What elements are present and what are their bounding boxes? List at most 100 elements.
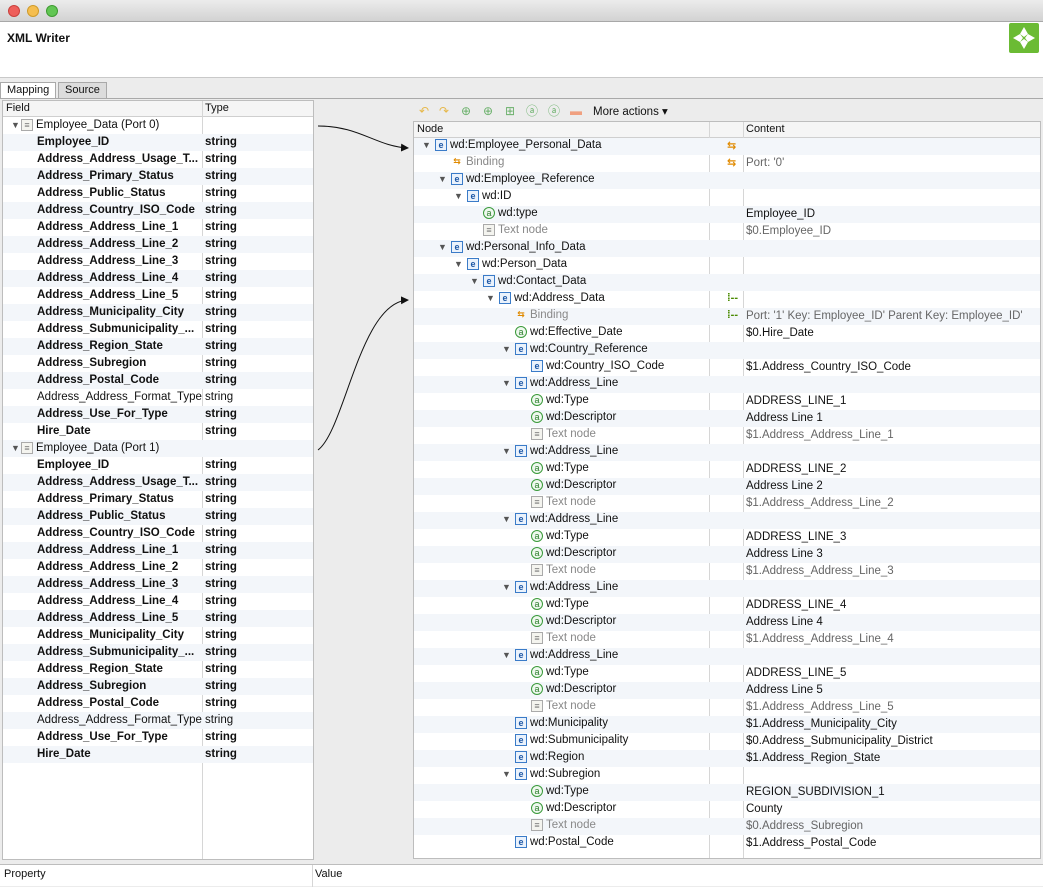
tree-node-row[interactable]: a wd:Descriptor Address Line 1 (414, 410, 1040, 427)
tree-node-row[interactable]: a wd:Descriptor Address Line 4 (414, 614, 1040, 631)
field-row[interactable]: Address_Use_For_Type string (3, 729, 313, 746)
field-row[interactable]: Address_Region_State string (3, 338, 313, 355)
add-wildcard-icon[interactable]: ⓐ (547, 104, 561, 118)
field-row[interactable]: Hire_Date string (3, 746, 313, 763)
node-content[interactable]: REGION_SUBDIVISION_1 (746, 786, 885, 798)
node-content[interactable]: $1.Address_Address_Line_3 (746, 565, 894, 577)
expand-triangle-icon[interactable]: ▼ (454, 259, 464, 269)
field-row[interactable]: Address_Address_Format_Type string (3, 389, 313, 406)
tab-source[interactable]: Source (58, 82, 107, 99)
more-actions-menu[interactable]: More actions ▾ (593, 104, 668, 118)
node-content[interactable]: ADDRESS_LINE_3 (746, 531, 846, 543)
tree-node-row[interactable]: ▼ e wd:Address_Line (414, 376, 1040, 393)
tree-node-row[interactable]: e wd:Country_ISO_Code $1.Address_Country_I… (414, 359, 1040, 376)
node-content[interactable]: $1.Address_Address_Line_2 (746, 497, 894, 509)
tree-node-row[interactable]: ≡ Text node $0.Address_Subregion (414, 818, 1040, 835)
tree-node-row[interactable]: ▼ e wd:Person_Data (414, 257, 1040, 274)
field-row[interactable]: Address_Address_Line_4 string (3, 270, 313, 287)
tree-node-row[interactable]: ▼ e wd:Employee_Personal_Data ⇆ (414, 138, 1040, 155)
expand-triangle-icon[interactable]: ▼ (502, 446, 512, 456)
node-content[interactable]: $1.Address_Postal_Code (746, 837, 876, 849)
node-content[interactable]: ADDRESS_LINE_1 (746, 395, 846, 407)
tree-node-row[interactable]: a wd:Effective_Date $0.Hire_Date (414, 325, 1040, 342)
property-column-header[interactable]: Property (4, 868, 46, 880)
expand-triangle-icon[interactable]: ▼ (438, 242, 448, 252)
node-content[interactable]: Port: '1' Key: Employee_ID' Parent Key: … (746, 310, 1023, 322)
node-content[interactable]: $1.Address_Address_Line_1 (746, 429, 894, 441)
expand-triangle-icon[interactable]: ▼ (422, 140, 432, 150)
node-content[interactable]: $1.Address_Country_ISO_Code (746, 361, 911, 373)
node-content[interactable]: Address Line 5 (746, 684, 823, 696)
field-row[interactable]: Address_Subregion string (3, 678, 313, 695)
minimize-window-button[interactable] (27, 5, 39, 17)
node-content[interactable]: Address Line 3 (746, 548, 823, 560)
node-content[interactable]: ADDRESS_LINE_5 (746, 667, 846, 679)
node-column-header[interactable]: Node (417, 123, 443, 135)
node-content[interactable]: $0.Address_Subregion (746, 820, 863, 832)
field-row[interactable]: Address_Address_Line_1 string (3, 219, 313, 236)
value-column-header[interactable]: Value (315, 868, 342, 880)
tree-node-row[interactable]: a wd:Type ADDRESS_LINE_4 (414, 597, 1040, 614)
tree-node-row[interactable]: ≡ Text node $1.Address_Address_Line_1 (414, 427, 1040, 444)
tab-mapping[interactable]: Mapping (0, 82, 57, 99)
tree-node-row[interactable]: e wd:Postal_Code $1.Address_Postal_Code (414, 835, 1040, 852)
field-row[interactable]: Address_Address_Line_1 string (3, 542, 313, 559)
tree-node-row[interactable]: ▼ e wd:Contact_Data (414, 274, 1040, 291)
node-content[interactable]: Address Line 1 (746, 412, 823, 424)
node-content[interactable]: $0.Hire_Date (746, 327, 814, 339)
field-row[interactable]: Address_Address_Format_Type string (3, 712, 313, 729)
tree-node-row[interactable]: ▼ e wd:ID (414, 189, 1040, 206)
expand-triangle-icon[interactable]: ▼ (502, 582, 512, 592)
node-content[interactable]: ADDRESS_LINE_4 (746, 599, 846, 611)
field-row[interactable]: Employee_ID string (3, 457, 313, 474)
tree-node-row[interactable]: ▼ e wd:Employee_Reference (414, 172, 1040, 189)
field-column-header[interactable]: Field (6, 102, 30, 114)
tree-node-row[interactable]: a wd:Type ADDRESS_LINE_1 (414, 393, 1040, 410)
tree-node-row[interactable]: ▼ e wd:Address_Line (414, 580, 1040, 597)
expand-triangle-icon[interactable]: ▼ (502, 378, 512, 388)
node-content[interactable]: County (746, 803, 782, 815)
field-row[interactable]: Address_Address_Line_5 string (3, 287, 313, 304)
field-row[interactable]: Address_Submunicipality_... string (3, 321, 313, 338)
node-content[interactable]: Address Line 2 (746, 480, 823, 492)
content-column-header[interactable]: Content (746, 123, 785, 135)
tree-node-row[interactable]: ▼ e wd:Address_Line (414, 512, 1040, 529)
field-row[interactable]: Address_Submunicipality_... string (3, 644, 313, 661)
close-window-button[interactable] (8, 5, 20, 17)
field-row[interactable]: Address_Address_Line_5 string (3, 610, 313, 627)
node-content[interactable]: $1.Address_Municipality_City (746, 718, 897, 730)
field-row[interactable]: Address_Postal_Code string (3, 372, 313, 389)
tree-node-row[interactable]: ▼ e wd:Address_Line (414, 648, 1040, 665)
node-content[interactable]: $1.Address_Address_Line_4 (746, 633, 894, 645)
tree-node-row[interactable]: ▼ e wd:Address_Line (414, 444, 1040, 461)
node-content[interactable]: Employee_ID (746, 208, 815, 220)
tree-node-row[interactable]: a wd:Type REGION_SUBDIVISION_1 (414, 784, 1040, 801)
field-row[interactable]: Address_Address_Line_2 string (3, 559, 313, 576)
expand-triangle-icon[interactable]: ▼ (11, 443, 21, 453)
port-group-row[interactable]: ▼ ≡ Employee_Data (Port 1) (3, 440, 313, 457)
expand-triangle-icon[interactable]: ▼ (454, 191, 464, 201)
node-content[interactable]: $1.Address_Address_Line_5 (746, 701, 894, 713)
type-column-header[interactable]: Type (205, 102, 229, 114)
tree-node-row[interactable]: ▼ e wd:Country_Reference (414, 342, 1040, 359)
tree-node-row[interactable]: a wd:Type ADDRESS_LINE_2 (414, 461, 1040, 478)
tree-node-row[interactable]: a wd:Descriptor Address Line 3 (414, 546, 1040, 563)
tree-node-row[interactable]: ▼ e wd:Personal_Info_Data (414, 240, 1040, 257)
tree-node-row[interactable]: ≡ Text node $1.Address_Address_Line_5 (414, 699, 1040, 716)
field-row[interactable]: Address_Postal_Code string (3, 695, 313, 712)
expand-triangle-icon[interactable]: ▼ (502, 344, 512, 354)
field-row[interactable]: Hire_Date string (3, 423, 313, 440)
expand-triangle-icon[interactable]: ▼ (470, 276, 480, 286)
tree-node-row[interactable]: e wd:Submunicipality $0.Address_Submunicip… (414, 733, 1040, 750)
tree-node-row[interactable]: a wd:Descriptor Address Line 2 (414, 478, 1040, 495)
tree-node-row[interactable]: ⇆ Binding ⇆ Port: '0' (414, 155, 1040, 172)
node-content[interactable]: $1.Address_Region_State (746, 752, 880, 764)
expand-triangle-icon[interactable]: ▼ (502, 769, 512, 779)
node-content[interactable]: Address Line 4 (746, 616, 823, 628)
tree-node-row[interactable]: a wd:Descriptor Address Line 5 (414, 682, 1040, 699)
tree-node-row[interactable]: ≡ Text node $0.Employee_ID (414, 223, 1040, 240)
node-content[interactable]: Port: '0' (746, 157, 784, 169)
tree-node-row[interactable]: e wd:Region $1.Address_Region_State (414, 750, 1040, 767)
field-row[interactable]: Address_Address_Line_3 string (3, 576, 313, 593)
expand-triangle-icon[interactable]: ▼ (486, 293, 496, 303)
